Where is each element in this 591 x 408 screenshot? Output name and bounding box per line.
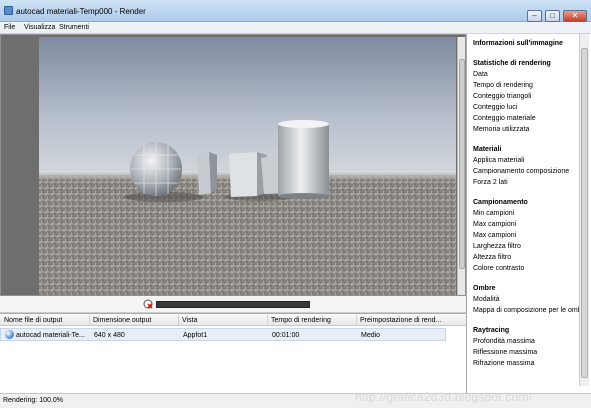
menu-bar: File Visualizza Strumenti [0,22,591,34]
close-button[interactable]: ✕ [563,10,587,22]
info-item: Max campioni [473,221,517,228]
info-item: Colore contrasto [473,265,525,272]
render-viewport [0,34,466,296]
info-item: Conteggio luci [473,104,518,111]
info-panel-scrollbar[interactable] [579,34,589,386]
info-item: Applica materiali [473,157,525,164]
cell-file-name: autocad materiali-Te... [16,332,85,339]
maximize-button[interactable]: □ [545,10,560,22]
cell-render-time: 00:01:00 [272,332,300,339]
info-item: Campionamento composizione [473,168,570,175]
info-item: Min campioni [473,210,515,217]
title-bar: autocad materiali-Temp000 - Render – □ ✕ [0,0,591,22]
column-header-dimensione[interactable]: Dimensione output [93,317,151,324]
info-panel-scrollbar-thumb[interactable] [581,48,588,378]
section-header-campionamento[interactable]: Campionamento [473,197,579,208]
section-header-ombre[interactable]: Ombre [473,283,579,294]
info-item: Larghezza filtro [473,243,521,250]
render-file-icon [5,330,14,339]
column-header-preimpostazione[interactable]: Preimpostazione di rend... [360,317,441,324]
render-scrollbar-thumb[interactable] [459,59,465,269]
watermark-url: http://grafica2d3d.blogspot.com/ [355,390,533,404]
column-header-nome-file[interactable]: Nome file di output [4,317,62,324]
window-title: autocad materiali-Temp000 - Render [16,7,146,16]
section-header-statistiche[interactable]: Statistiche di rendering [473,58,579,69]
menu-strumenti[interactable]: Strumenti [59,24,89,31]
render-scrollbar[interactable] [457,37,465,295]
info-item: Memoria utilizzata [473,126,530,133]
info-item: Profondità massima [473,338,535,345]
cell-preset: Medio [361,332,381,339]
cell-view: Appfot1 [183,332,208,339]
info-item: Conteggio materiale [473,115,536,122]
render-history-table: Nome file di output Dimensione output Vi… [0,313,466,393]
table-row[interactable]: autocad materiali-Te... 640 x 480 Appfot… [0,328,446,341]
info-item: Altezza filtro [473,254,512,261]
section-header-raytracing[interactable]: Raytracing [473,325,579,336]
image-info-panel: Informazioni sull'immagine Statistiche d… [466,34,591,393]
cancel-render-icon[interactable] [143,299,154,310]
rendered-image [39,37,456,295]
column-header-tempo[interactable]: Tempo di rendering [271,317,331,324]
status-text: Rendering: 100.0% [3,397,63,404]
info-item: Forza 2 lati [473,179,508,186]
info-item: Conteggio triangoli [473,93,532,100]
info-item: Modalità [473,296,500,303]
section-header-materiali[interactable]: Materiali [473,144,579,155]
panel-title: Informazioni sull'immagine [473,40,563,47]
column-header-vista[interactable]: Vista [182,317,197,324]
info-item: Tempo di rendering [473,82,533,89]
render-progress-bar [156,301,310,308]
progress-strip [0,296,466,313]
info-item: Mappa di composizione per le ombre [473,307,588,314]
info-item: Riflessione massima [473,349,538,356]
info-item: Max campioni [473,232,517,239]
cell-output-size: 640 x 480 [94,332,125,339]
info-item: Data [473,71,488,78]
menu-visualizza[interactable]: Visualizza [24,24,55,31]
minimize-button[interactable]: – [527,10,542,22]
table-header: Nome file di output Dimensione output Vi… [0,314,466,326]
menu-file[interactable]: File [4,24,15,31]
info-item: Rifrazione massima [473,360,535,367]
render-app-icon [4,6,13,15]
